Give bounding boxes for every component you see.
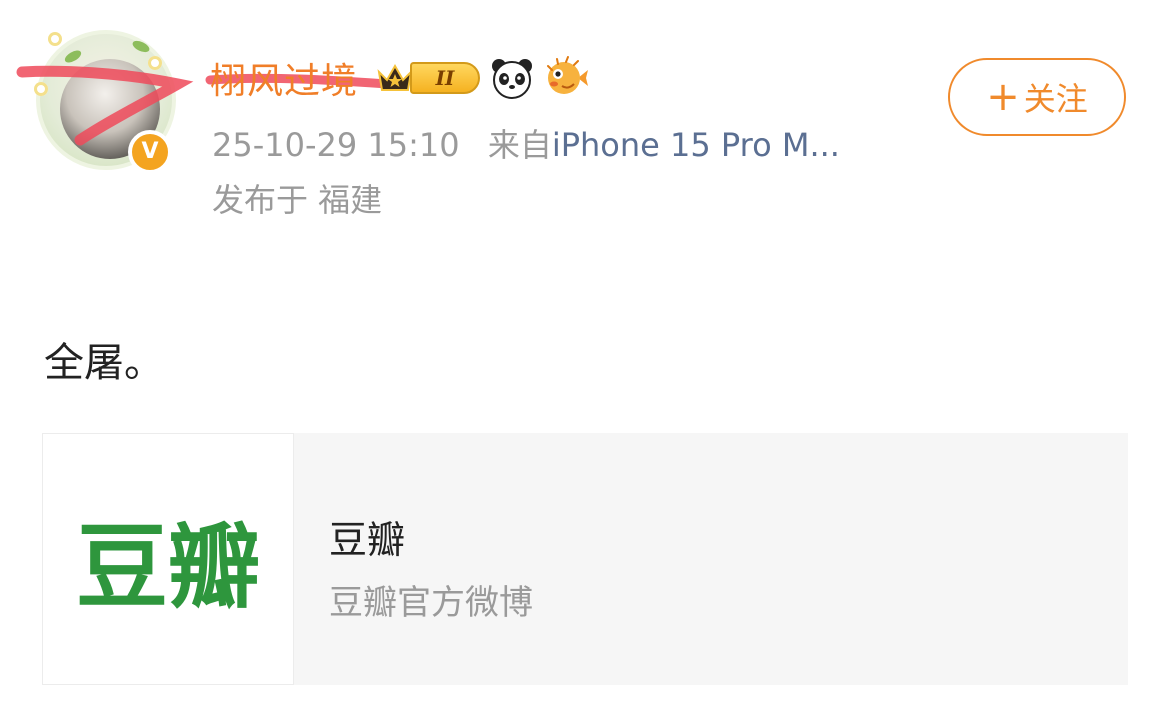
plus-icon: + xyxy=(986,74,1020,120)
card-subtitle: 豆瓣官方微博 xyxy=(329,583,533,623)
flower-decoration-icon xyxy=(34,82,48,96)
membership-level-badge[interactable]: II xyxy=(376,60,481,96)
shared-account-card[interactable]: 豆瓣 豆瓣 豆瓣官方微博 xyxy=(42,433,1128,685)
crown-icon xyxy=(377,63,413,91)
flower-decoration-icon xyxy=(48,32,62,46)
panda-emoji-icon xyxy=(492,59,533,99)
verified-badge-icon: V xyxy=(128,130,172,174)
follow-label: 关注 xyxy=(1023,80,1088,118)
follow-button[interactable]: + 关注 xyxy=(948,58,1126,136)
douban-logo: 豆瓣 xyxy=(42,433,294,685)
from-label: 来自 xyxy=(487,126,552,164)
post-timestamp: 25-10-29 15:10 xyxy=(212,126,460,164)
user-name[interactable]: 栩风过境 xyxy=(210,52,358,104)
pufferfish-emoji-icon xyxy=(547,56,589,94)
post-location: 发布于 福建 xyxy=(212,181,383,219)
user-header: 栩风过境 II xyxy=(210,50,589,106)
level-label: II xyxy=(410,62,481,94)
user-avatar[interactable]: V xyxy=(28,22,188,182)
post-source-link[interactable]: iPhone 15 Pro M... xyxy=(552,126,840,164)
post-text: 全屠。 xyxy=(44,340,164,386)
post-meta: 25-10-29 15:10 来自iPhone 15 Pro M... xyxy=(212,120,840,166)
card-title: 豆瓣 xyxy=(329,518,406,562)
flower-decoration-icon xyxy=(148,56,162,70)
douban-logo-text: 豆瓣 xyxy=(75,513,260,621)
